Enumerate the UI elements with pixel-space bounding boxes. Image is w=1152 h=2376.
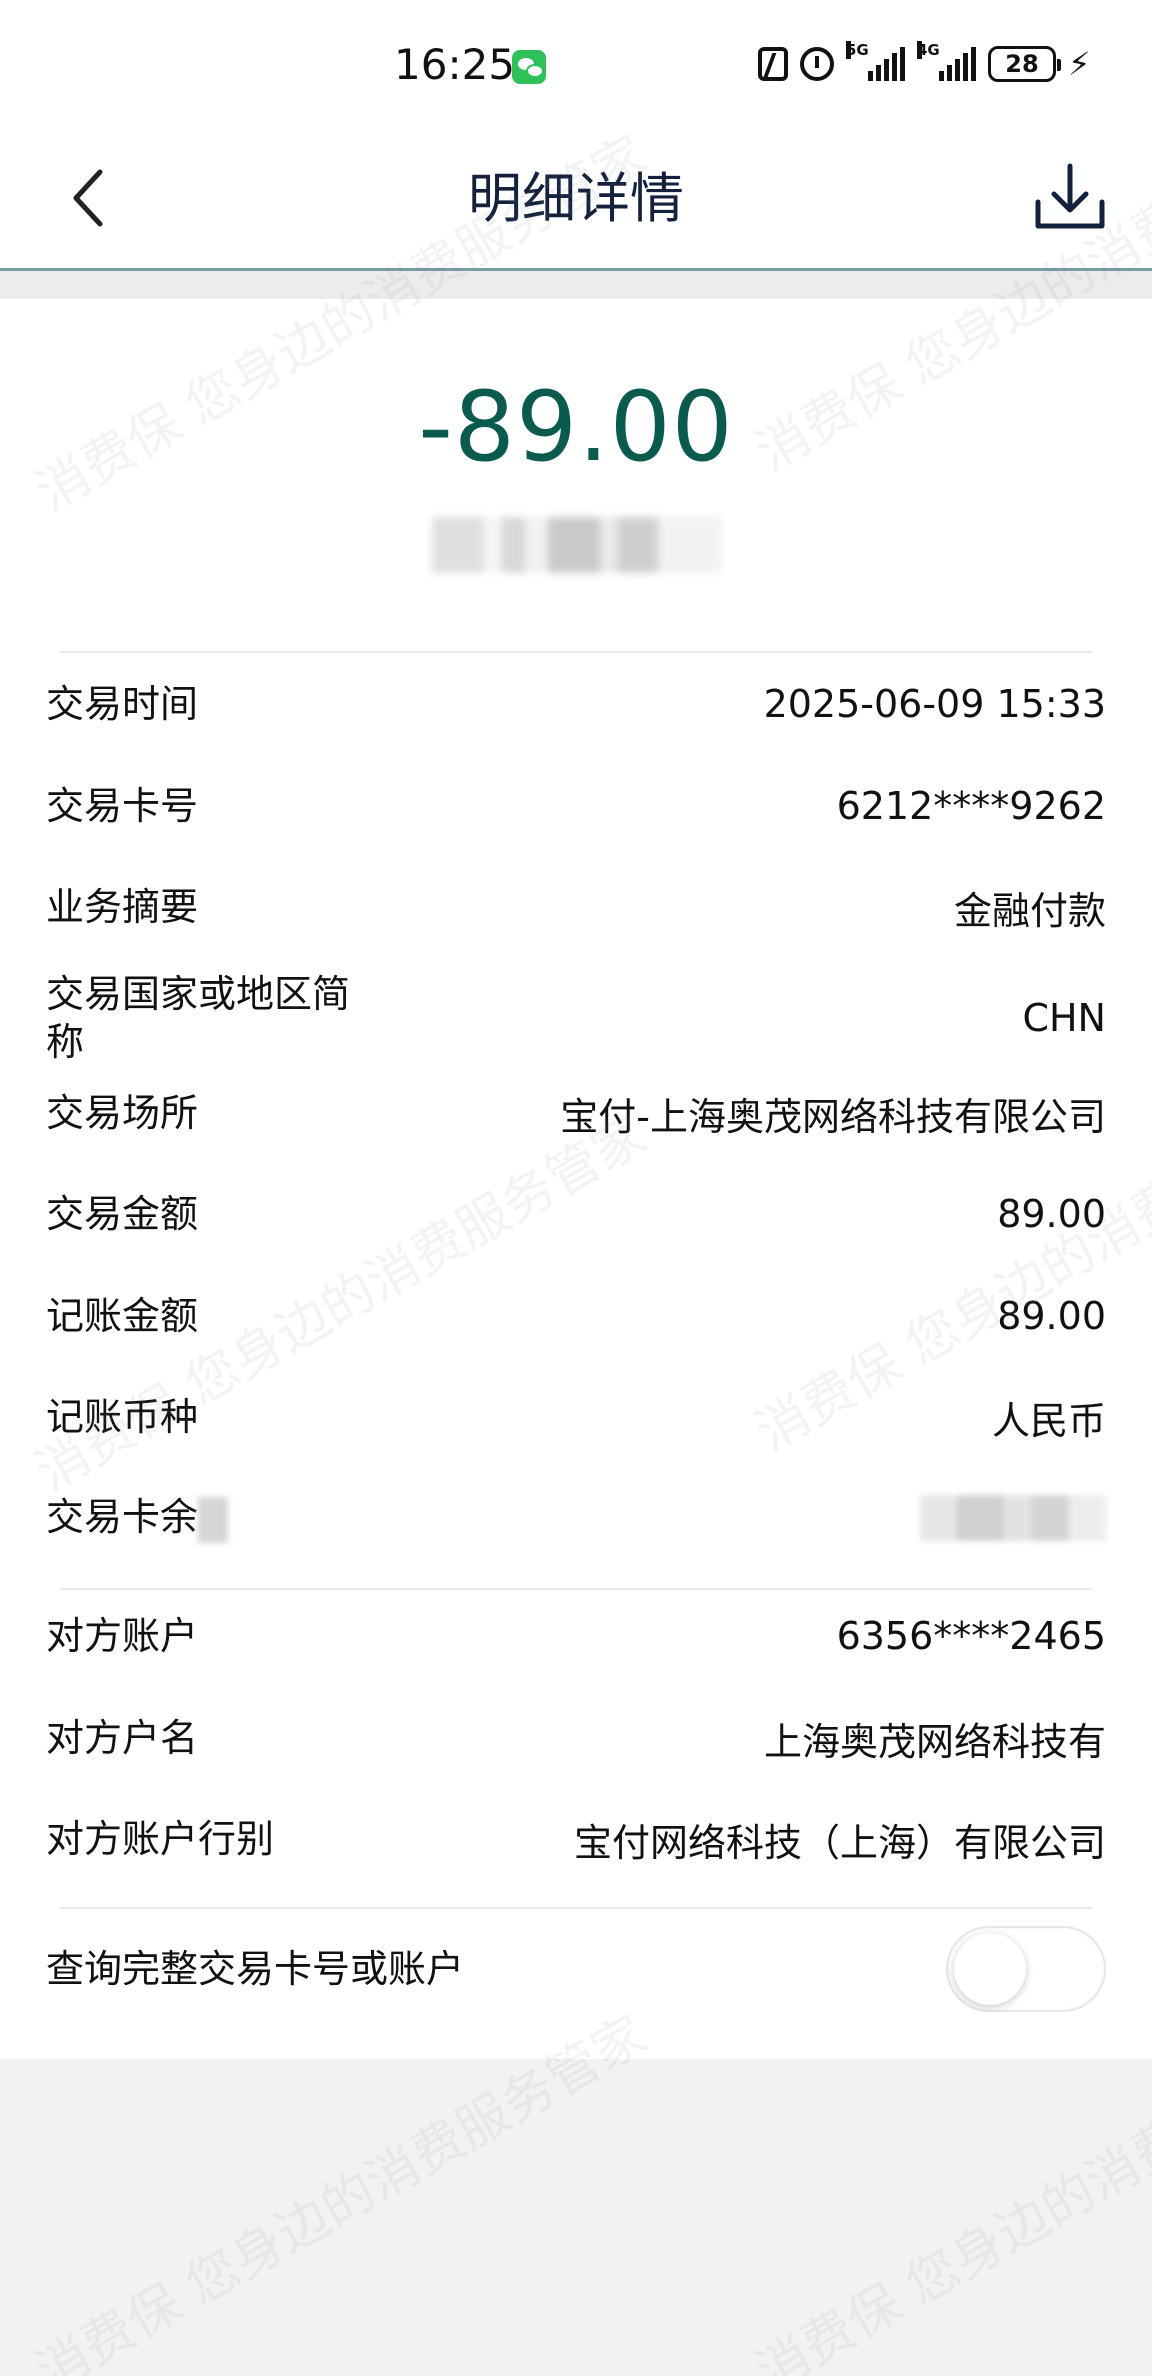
signal-5g-icon: 5G — [846, 41, 905, 81]
detail-value: CHN — [1022, 996, 1106, 1040]
detail-label: 交易场所 — [46, 1091, 199, 1135]
detail-label: 对方账户 — [46, 1614, 199, 1658]
toggle-label: 查询完整交易卡号或账户 — [46, 1947, 465, 1991]
detail-label: 交易国家或地区简称 — [46, 972, 351, 1064]
nav-bar: 明细详情 — [0, 130, 1152, 271]
masked-balance-value — [920, 1495, 1106, 1541]
detail-row: 交易场所 宝付-上海奥茂网络科技有限公司 — [46, 1068, 1106, 1158]
wechat-notification-icon — [512, 50, 546, 84]
toggle-knob — [954, 1933, 1026, 2005]
detail-value: 6212****9262 — [836, 784, 1106, 828]
masked-label-fragment — [198, 1496, 229, 1543]
detail-value: 89.00 — [997, 1294, 1106, 1338]
charging-icon: ⚡ — [1068, 45, 1091, 83]
transaction-detail-card: -89.00 交易时间 2025-06-09 15:33 交易卡号 6212**… — [0, 299, 1152, 2059]
divider — [60, 1588, 1092, 1590]
transaction-amount: -89.00 — [418, 371, 734, 483]
detail-label: 记账金额 — [46, 1294, 199, 1338]
divider — [60, 651, 1092, 653]
detail-row: 业务摘要 金融付款 — [46, 862, 1106, 952]
masked-account-name — [432, 517, 722, 573]
nfc-icon — [758, 47, 788, 81]
detail-value: 2025-06-09 15:33 — [763, 682, 1106, 726]
detail-label: 交易卡号 — [46, 784, 199, 828]
counterparty-row: 对方户名 上海奥茂网络科技有 — [46, 1693, 1106, 1783]
status-time: 16:25 — [394, 40, 516, 89]
full-number-toggle-row: 查询完整交易卡号或账户 — [46, 1919, 1106, 2019]
divider — [60, 1907, 1092, 1909]
status-icons: 5G 4G 28 ⚡ — [758, 41, 1091, 84]
detail-value: 人民币 — [991, 1398, 1106, 1443]
detail-value: 宝付网络科技（上海）有限公司 — [573, 1820, 1106, 1865]
detail-label: 业务摘要 — [46, 885, 199, 929]
counterparty-row: 对方账户 6356****2465 — [46, 1591, 1106, 1681]
status-bar: 16:25 5G 4G 28 ⚡ — [0, 0, 1152, 130]
section-gap — [0, 271, 1152, 299]
detail-value: 宝付-上海奥茂网络科技有限公司 — [560, 1094, 1106, 1139]
detail-label: 对方账户行别 — [46, 1817, 275, 1861]
page-title: 明细详情 — [468, 167, 684, 230]
detail-label: 交易时间 — [46, 682, 199, 726]
detail-row: 记账币种 人民币 — [46, 1372, 1106, 1462]
full-number-toggle[interactable] — [946, 1926, 1106, 2012]
detail-row: 交易国家或地区简称 CHN — [46, 963, 1106, 1073]
detail-label: 交易卡余 — [46, 1493, 406, 1543]
detail-row: 交易卡号 6212****9262 — [46, 761, 1106, 851]
battery-icon: 28 — [988, 46, 1061, 82]
detail-label: 记账币种 — [46, 1395, 199, 1439]
alarm-icon — [800, 47, 834, 81]
detail-label: 对方户名 — [46, 1716, 199, 1760]
signal-4g-icon: 4G — [917, 41, 976, 81]
download-icon[interactable] — [1030, 158, 1110, 238]
counterparty-row: 对方账户行别 宝付网络科技（上海）有限公司 — [46, 1794, 1106, 1884]
detail-value: 上海奥茂网络科技有 — [763, 1719, 1106, 1764]
detail-row: 记账金额 89.00 — [46, 1271, 1106, 1361]
detail-row: 交易时间 2025-06-09 15:33 — [46, 659, 1106, 749]
detail-value: 6356****2465 — [836, 1614, 1106, 1658]
detail-label: 交易金额 — [46, 1192, 199, 1236]
detail-row: 交易卡余 — [46, 1473, 1106, 1563]
detail-value: 金融付款 — [953, 888, 1106, 933]
detail-row: 交易金额 89.00 — [46, 1169, 1106, 1259]
detail-value: 89.00 — [997, 1192, 1106, 1236]
